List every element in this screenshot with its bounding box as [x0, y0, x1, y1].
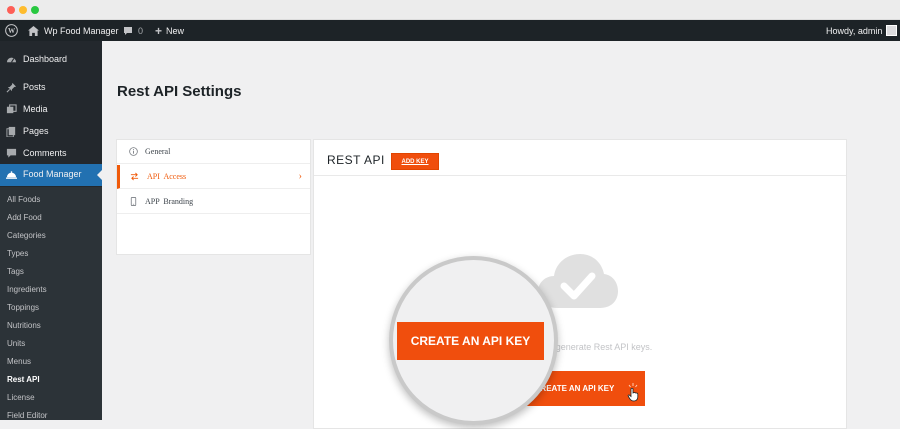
site-name-link[interactable]: Wp Food Manager: [28, 20, 119, 41]
comment-icon: [6, 148, 17, 158]
submenu-units[interactable]: Units: [7, 339, 25, 348]
home-icon: [28, 25, 39, 36]
menu-media[interactable]: Media: [0, 99, 102, 121]
food-manager-submenu: All Foods Add Food Categories Types Tags…: [0, 187, 102, 420]
mobile-icon: [130, 197, 137, 206]
submenu-add-food[interactable]: Add Food: [7, 213, 42, 222]
page-title: Rest API Settings: [117, 83, 242, 100]
svg-text:W: W: [8, 27, 16, 35]
window-titlebar: [0, 0, 900, 20]
settings-tabs: General API Access › APP Branding: [116, 139, 311, 255]
site-name: Wp Food Manager: [44, 25, 119, 36]
menu-label: Dashboard: [23, 54, 68, 64]
comments-link[interactable]: 0: [123, 20, 143, 41]
pin-icon: [6, 82, 17, 93]
menu-label: Pages: [23, 126, 49, 136]
comments-count: 0: [138, 25, 144, 36]
menu-label: Posts: [23, 82, 46, 92]
minimize-window-button[interactable]: [19, 6, 27, 14]
submenu-toppings[interactable]: Toppings: [7, 303, 39, 312]
wordpress-logo-icon[interactable]: W: [5, 20, 18, 41]
pages-icon: [6, 126, 16, 137]
tab-label: APP Branding: [145, 197, 194, 206]
menu-comments[interactable]: Comments: [0, 143, 102, 165]
create-api-key-label: CREATE AN API KEY: [534, 384, 615, 393]
menu-label: Food Manager: [23, 169, 82, 179]
admin-sidebar: Dashboard Posts Media Pages Comments Foo…: [0, 41, 102, 420]
info-icon: [129, 147, 138, 156]
submenu-rest-api[interactable]: Rest API: [7, 375, 40, 384]
chevron-right-icon: ›: [298, 171, 302, 182]
new-content-link[interactable]: + New: [155, 20, 184, 41]
rest-api-panel: REST API ADD KEY Enable and generate Res…: [313, 139, 847, 429]
tab-label: API Access: [147, 172, 187, 181]
submenu-nutritions[interactable]: Nutritions: [7, 321, 41, 330]
menu-label: Media: [23, 104, 48, 114]
dashboard-icon: [6, 57, 17, 63]
greeting: Howdy, admin: [826, 25, 883, 36]
panel-title: REST API: [327, 153, 385, 167]
media-icon: [6, 104, 17, 114]
menu-dashboard[interactable]: Dashboard: [0, 49, 102, 71]
admin-bar: W Wp Food Manager 0 + New Howdy, admin: [0, 20, 900, 41]
zoom-magnifier: CREATE AN API KEY: [389, 256, 558, 425]
submenu-tags[interactable]: Tags: [7, 267, 24, 276]
menu-pages[interactable]: Pages: [0, 121, 102, 143]
menu-food-manager[interactable]: Food Manager: [0, 164, 102, 186]
tab-app-branding[interactable]: APP Branding: [117, 190, 310, 214]
submenu-ingredients[interactable]: Ingredients: [7, 285, 47, 294]
account-menu[interactable]: Howdy, admin: [826, 20, 898, 41]
submenu-categories[interactable]: Categories: [7, 231, 46, 240]
menu-label: Comments: [23, 148, 67, 158]
tab-general[interactable]: General: [117, 140, 310, 164]
main-content: Rest API Settings General API Access › A…: [102, 41, 900, 429]
food-cloche-icon: [6, 171, 17, 179]
submenu-types[interactable]: Types: [7, 249, 28, 258]
submenu-license[interactable]: License: [7, 393, 35, 402]
magnified-create-api-key-button[interactable]: CREATE AN API KEY: [397, 322, 544, 360]
close-window-button[interactable]: [7, 6, 15, 14]
comment-bubble-icon: [124, 26, 132, 35]
tab-api-access[interactable]: API Access ›: [117, 165, 310, 189]
maximize-window-button[interactable]: [31, 6, 39, 14]
submenu-menus[interactable]: Menus: [7, 357, 31, 366]
tab-label: General: [145, 147, 171, 156]
hand-cursor-icon: [627, 383, 639, 402]
plus-icon: +: [155, 23, 163, 38]
swap-arrows-icon: [130, 172, 139, 181]
submenu-field-editor[interactable]: Field Editor: [7, 411, 47, 420]
add-key-button[interactable]: ADD KEY: [391, 153, 439, 170]
menu-posts[interactable]: Posts: [0, 77, 102, 99]
submenu-all-foods[interactable]: All Foods: [7, 195, 40, 204]
new-label: New: [166, 25, 185, 36]
panel-header: REST API ADD KEY: [314, 140, 846, 176]
avatar: [886, 25, 898, 36]
